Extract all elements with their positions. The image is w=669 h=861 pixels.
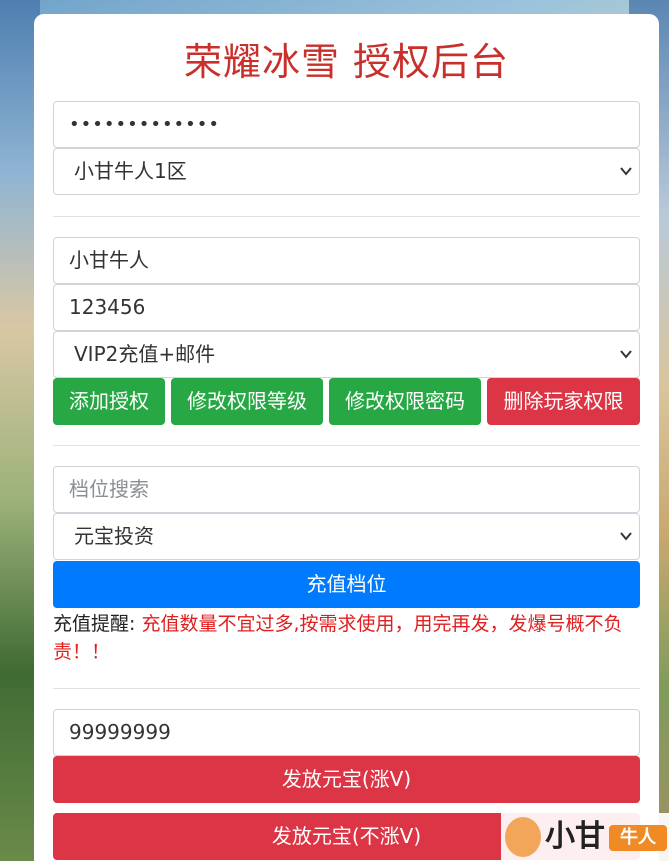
page-title: 荣耀冰雪 授权后台 bbox=[183, 40, 510, 84]
admin-password-value: ••••••••••••• bbox=[69, 114, 221, 135]
section-divider bbox=[53, 688, 640, 689]
yuanbao-amount-value: 99999999 bbox=[69, 720, 171, 744]
notice-label: 充值提醒: bbox=[53, 613, 136, 635]
watermark-brand-text: 小甘 bbox=[545, 819, 605, 854]
watermark-logo: 小甘 牛人 bbox=[501, 813, 669, 861]
player-account-input[interactable]: 小甘牛人 bbox=[53, 237, 640, 284]
cow-icon bbox=[505, 817, 541, 857]
tier-search-placeholder: 档位搜索 bbox=[69, 477, 149, 501]
player-password-input[interactable]: 123456 bbox=[53, 284, 640, 331]
yuanbao-amount-input[interactable]: 99999999 bbox=[53, 709, 640, 756]
player-password-value: 123456 bbox=[69, 295, 146, 319]
modify-password-button[interactable]: 修改权限密码 bbox=[329, 378, 481, 425]
recharge-tier-button[interactable]: 充值档位 bbox=[53, 561, 640, 608]
permission-level-select[interactable]: VIP2充值+邮件 bbox=[53, 331, 640, 378]
tier-select-value: 元宝投资 bbox=[74, 524, 154, 548]
server-select[interactable]: 小甘牛人1区 bbox=[53, 148, 640, 195]
tier-select[interactable]: 元宝投资 bbox=[53, 513, 640, 560]
admin-panel-card: 荣耀冰雪 授权后台 ••••••••••••• 小甘牛人1区 小甘牛人 1234… bbox=[34, 14, 659, 861]
notice-warning-text: 充值数量不宜过多,按需求使用，用完再发，发爆号概不负责！！ bbox=[53, 613, 623, 663]
section-divider bbox=[53, 216, 640, 217]
permission-level-value: VIP2充值+邮件 bbox=[74, 342, 216, 366]
chevron-down-icon bbox=[620, 167, 632, 176]
admin-password-input[interactable]: ••••••••••••• bbox=[53, 101, 640, 148]
delete-player-button[interactable]: 删除玩家权限 bbox=[487, 378, 640, 425]
watermark-badge: 牛人 bbox=[609, 825, 667, 851]
player-account-value: 小甘牛人 bbox=[69, 248, 149, 272]
tier-search-input[interactable]: 档位搜索 bbox=[53, 466, 640, 513]
send-yuanbao-vip-button[interactable]: 发放元宝(涨V) bbox=[53, 756, 640, 803]
recharge-notice: 充值提醒: 充值数量不宜过多,按需求使用，用完再发，发爆号概不负责！！ bbox=[53, 610, 643, 666]
chevron-down-icon bbox=[620, 350, 632, 359]
server-select-value: 小甘牛人1区 bbox=[74, 159, 187, 183]
modify-level-button[interactable]: 修改权限等级 bbox=[171, 378, 323, 425]
add-authorization-button[interactable]: 添加授权 bbox=[53, 378, 165, 425]
section-divider bbox=[53, 445, 640, 446]
chevron-down-icon bbox=[620, 532, 632, 541]
